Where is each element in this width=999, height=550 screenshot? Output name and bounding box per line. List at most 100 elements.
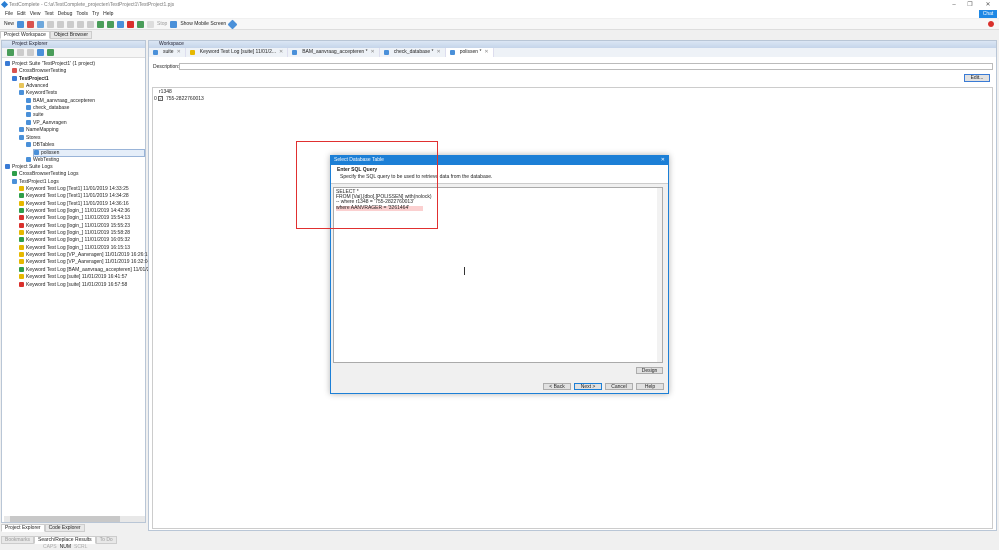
cut-icon[interactable] xyxy=(67,20,75,28)
tab-bookmarks[interactable]: Bookmarks xyxy=(1,536,35,544)
restore-button[interactable]: ❐ xyxy=(964,0,976,10)
workspace-tab[interactable]: polissen * ✕ xyxy=(445,48,494,57)
grid-row-checkbox[interactable]: ✓ xyxy=(158,96,163,101)
workspace-tab[interactable]: suite ✕ xyxy=(149,48,186,57)
grid-cell[interactable]: 755-2822760013 xyxy=(166,96,204,102)
tree-item[interactable]: Keyword Test Log [BAM_aanvraag_acceptere… xyxy=(19,266,158,274)
run-icon[interactable] xyxy=(97,20,105,28)
run-selected-icon[interactable] xyxy=(137,20,145,28)
tree-item[interactable]: BAM_aanvraag_accepteren xyxy=(26,97,95,105)
tab-object-browser[interactable]: Object Browser xyxy=(49,31,93,39)
paste-icon[interactable] xyxy=(87,20,95,28)
tree-item[interactable]: Keyword Test Log [login_] 11/01/2019 15:… xyxy=(19,215,130,222)
menu-edit[interactable]: Edit xyxy=(17,10,26,18)
edit-button[interactable]: Edit... xyxy=(964,74,990,82)
tree-item[interactable]: Keyword Test Log [login_] 11/01/2019 16:… xyxy=(19,244,130,252)
plugin-icon[interactable] xyxy=(227,19,238,29)
close-tab-icon[interactable]: ✕ xyxy=(437,48,441,57)
workspace-tab[interactable]: Keyword Test Log [suite] 11/01/2... ✕ xyxy=(186,48,289,57)
menu-try[interactable]: Try xyxy=(92,10,99,18)
tree-item[interactable]: TestProject1 Logs xyxy=(12,178,59,186)
grid-column-header[interactable]: r1348 xyxy=(159,89,172,95)
menu-tools[interactable]: Tools xyxy=(76,10,88,18)
tree-item-icon xyxy=(19,274,24,280)
debug-icon[interactable] xyxy=(117,20,125,28)
menu-test[interactable]: Test xyxy=(44,10,53,18)
tab-project-explorer[interactable]: Project Explorer xyxy=(1,524,45,532)
new-button[interactable]: New xyxy=(4,21,14,27)
tree-item[interactable]: TestProject1 xyxy=(12,75,49,83)
save-icon[interactable] xyxy=(37,20,45,28)
tree-item[interactable]: VP_Aanvragen xyxy=(26,119,67,127)
tree-item[interactable]: Keyword Test Log [suite] 11/01/2019 16:4… xyxy=(19,274,127,281)
add-item-icon[interactable] xyxy=(7,49,14,56)
open-icon[interactable] xyxy=(17,20,25,28)
tab-search-replace-results[interactable]: Search/Replace Results xyxy=(34,536,96,544)
tree-item[interactable]: Project Suite Logs xyxy=(5,163,53,171)
tree-item[interactable]: Project Suite 'TestProject1' (1 project) xyxy=(5,61,95,68)
horizontal-scrollbar[interactable] xyxy=(4,516,145,522)
minimize-button[interactable]: – xyxy=(948,0,960,10)
tree-item[interactable]: Keyword Test Log [login_] 11/01/2019 15:… xyxy=(19,222,130,230)
tab-project-workspace[interactable]: Project Workspace xyxy=(0,31,50,39)
next-button[interactable]: Next > xyxy=(574,383,602,390)
tree-item[interactable]: Keyword Test Log [login_] 11/01/2019 14:… xyxy=(19,208,130,215)
close-tab-icon[interactable]: ✕ xyxy=(279,48,283,57)
tree-item[interactable]: check_database xyxy=(26,105,69,112)
close-tab-icon[interactable]: ✕ xyxy=(177,48,181,57)
project-explorer-header: Project Explorer xyxy=(2,41,145,48)
notification-bell-icon[interactable] xyxy=(988,21,994,27)
undo-icon[interactable] xyxy=(47,20,55,28)
object-spy-icon[interactable] xyxy=(170,20,178,28)
tree-item[interactable]: NameMapping xyxy=(19,127,59,134)
dialog-close-icon[interactable]: ✕ xyxy=(661,156,665,165)
tree-item[interactable]: DBTables xyxy=(26,141,54,149)
close-window-button[interactable]: ✕ xyxy=(982,0,994,10)
stop-icon[interactable] xyxy=(147,20,155,28)
workspace-tab[interactable]: check_database * ✕ xyxy=(380,48,446,57)
run-test-icon[interactable] xyxy=(107,20,115,28)
description-input[interactable] xyxy=(179,63,993,70)
record-icon[interactable] xyxy=(127,20,135,28)
tree-item[interactable]: suite xyxy=(26,112,44,119)
edit-item-icon[interactable] xyxy=(17,49,24,56)
close-project-icon[interactable] xyxy=(27,20,35,28)
tree-item[interactable]: Keyword Test Log [login_] 11/01/2019 16:… xyxy=(19,237,130,244)
menu-view[interactable]: View xyxy=(30,10,41,18)
run-item-icon[interactable] xyxy=(47,49,54,56)
stop-button[interactable]: Stop xyxy=(157,21,167,27)
menu-debug[interactable]: Debug xyxy=(58,10,73,18)
tree-item[interactable]: Keyword Test Log [VP_Aanvragen] 11/01/20… xyxy=(19,259,150,266)
tree-item[interactable]: Keyword Test Log [VP_Aanvragen] 11/01/20… xyxy=(19,252,150,259)
menu-file[interactable]: File xyxy=(5,10,13,18)
tab-code-explorer[interactable]: Code Explorer xyxy=(44,524,85,532)
tree-item[interactable]: Stores xyxy=(19,134,40,142)
show-mobile-screen-button[interactable]: Show Mobile Screen xyxy=(180,21,226,27)
remove-item-icon[interactable] xyxy=(27,49,34,56)
design-button[interactable]: Design xyxy=(636,367,663,374)
workspace-tab[interactable]: BAM_aanvraag_accepteren * ✕ xyxy=(288,48,380,57)
tree-item[interactable]: Keyword Test Log [Test1] 11/01/2019 14:3… xyxy=(19,193,129,200)
help-button[interactable]: Help xyxy=(636,383,664,390)
tree-item[interactable]: CrossBrowserTesting xyxy=(12,68,66,75)
tree-item[interactable]: KeywordTests xyxy=(19,90,57,97)
tree-item[interactable]: CrossBrowserTesting Logs xyxy=(12,171,78,178)
tab-to-do[interactable]: To Do xyxy=(95,536,117,544)
tree-item[interactable]: polissen xyxy=(33,149,145,157)
menu-help[interactable]: Help xyxy=(103,10,113,18)
search-icon[interactable] xyxy=(37,49,44,56)
chat-button[interactable]: Chat xyxy=(979,10,997,18)
tree-item[interactable]: Keyword Test Log [login_] 11/01/2019 15:… xyxy=(19,230,130,237)
copy-icon[interactable] xyxy=(77,20,85,28)
tree-item[interactable]: Advanced xyxy=(19,83,48,90)
close-tab-icon[interactable]: ✕ xyxy=(484,48,488,57)
tree-item[interactable]: Keyword Test Log [suite] 11/01/2019 16:5… xyxy=(19,281,127,289)
back-button[interactable]: < Back xyxy=(543,383,571,390)
redo-icon[interactable] xyxy=(57,20,65,28)
tree-item[interactable]: Keyword Test Log [Test1] 11/01/2019 14:3… xyxy=(19,185,129,193)
tree-item[interactable]: Keyword Test Log [Test1] 11/01/2019 14:3… xyxy=(19,200,129,208)
sql-scrollbar[interactable] xyxy=(657,188,662,362)
tree-item[interactable]: WebTesting xyxy=(26,156,59,164)
close-tab-icon[interactable]: ✕ xyxy=(371,48,375,57)
cancel-button[interactable]: Cancel xyxy=(605,383,633,390)
